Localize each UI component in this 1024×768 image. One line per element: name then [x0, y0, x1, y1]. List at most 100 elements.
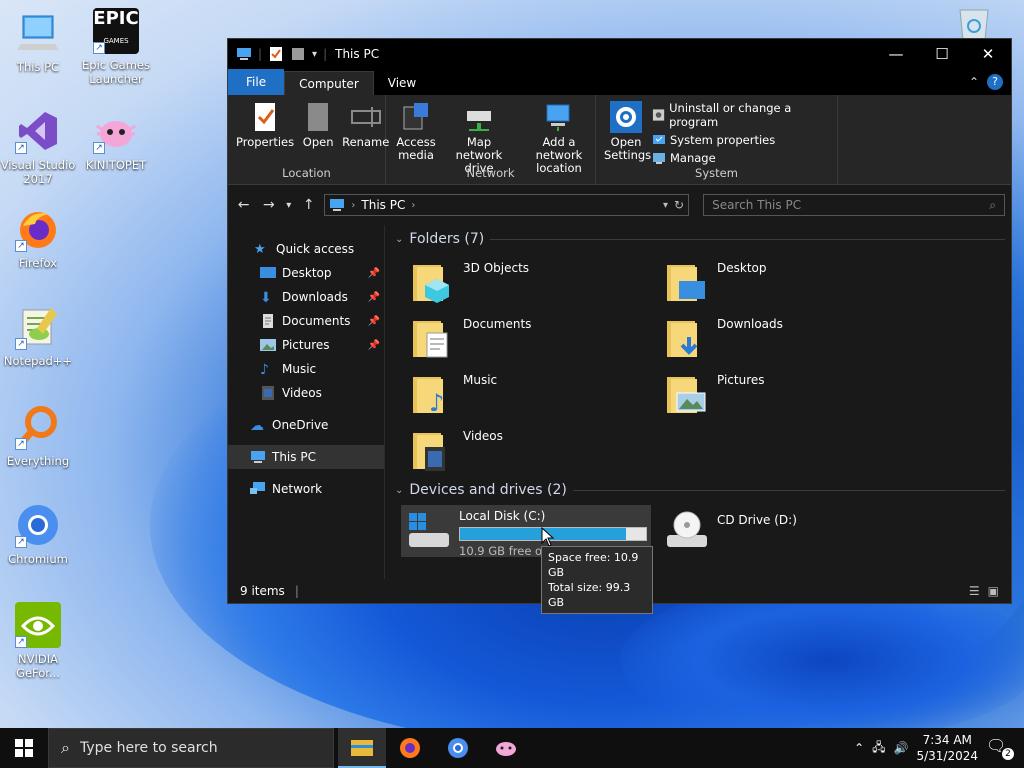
nvidia-icon: ↗: [15, 602, 61, 648]
clock[interactable]: 7:34 AM 5/31/2024: [916, 732, 978, 764]
mouse-cursor-icon: [541, 527, 555, 547]
taskbar-kinitopet[interactable]: [482, 728, 530, 768]
desktop-icon-nvidia[interactable]: ↗ NVIDIA GeFor...: [0, 602, 76, 680]
ribbon: Properties Open Rename Location Access m…: [228, 95, 1011, 185]
chevron-up-icon[interactable]: ⌃: [854, 741, 864, 755]
close-button[interactable]: ✕: [965, 39, 1011, 69]
pin-icon[interactable]: 📌: [368, 340, 380, 351]
tab-view[interactable]: View: [374, 71, 430, 95]
chromium-icon: ↗: [15, 502, 61, 548]
ribbon-collapse-icon[interactable]: ⌃: [969, 75, 979, 89]
drive-name: Local Disk (C:): [459, 509, 546, 523]
refresh-icon[interactable]: ↻: [674, 198, 684, 212]
nav-documents[interactable]: Documents 📌: [228, 309, 384, 333]
desktop-icon-label: Epic Games Launcher: [82, 58, 150, 86]
nav-network[interactable]: Network: [228, 477, 384, 501]
visual-studio-icon: ↗: [15, 108, 61, 154]
manage-icon: [653, 153, 665, 164]
maximize-button[interactable]: ☐: [919, 39, 965, 69]
tab-file[interactable]: File: [228, 69, 285, 95]
devices-section-header[interactable]: ⌄ Devices and drives (2): [395, 482, 1005, 498]
desktop-icon-label: NVIDIA GeFor...: [16, 652, 60, 680]
folder-music[interactable]: ♪ Music: [411, 373, 497, 417]
notification-center-button[interactable]: 🗨 2: [986, 736, 1014, 760]
new-folder-icon[interactable]: [290, 47, 306, 61]
desktop-icon-label: Chromium: [8, 552, 68, 566]
volume-icon[interactable]: 🔊: [894, 741, 909, 755]
shortcut-arrow-icon: ↗: [15, 438, 27, 450]
uninstall-program-button[interactable]: Uninstall or change a program: [652, 101, 833, 129]
cd-drive-icon: [667, 511, 707, 547]
quick-access-dropdown-icon[interactable]: ▾: [312, 49, 317, 60]
windows-logo-icon: [15, 739, 33, 757]
details-view-icon[interactable]: ☰: [969, 584, 980, 598]
desktop-icon-epic-games[interactable]: EPIC GAMES ↗ Epic Games Launcher: [78, 8, 154, 86]
help-icon[interactable]: ?: [987, 74, 1003, 90]
notepadpp-icon: ↗: [15, 304, 61, 350]
network-drive-icon: [467, 111, 491, 131]
open-icon: [308, 103, 329, 131]
taskbar-chromium[interactable]: [434, 728, 482, 768]
document-icon: [263, 314, 273, 328]
nav-onedrive[interactable]: ☁ OneDrive: [228, 413, 384, 437]
forward-button[interactable]: →: [259, 197, 278, 213]
ribbon-group-label: System: [695, 166, 738, 180]
address-dropdown-icon[interactable]: ▾: [663, 200, 668, 211]
shortcut-arrow-icon: ↗: [15, 142, 27, 154]
up-button[interactable]: ↑: [299, 197, 318, 213]
search-icon: ⌕: [989, 197, 996, 212]
navigation-pane: ★ Quick access Desktop 📌 ⬇ Downloads 📌 D…: [228, 225, 385, 579]
desktop-icon-notepadpp[interactable]: ↗ Notepad++: [0, 304, 76, 368]
folders-section-header[interactable]: ⌄ Folders (7): [395, 231, 1005, 247]
desktop-icon-everything[interactable]: ↗ Everything: [0, 404, 76, 468]
desktop-icon-firefox[interactable]: ↗ Firefox: [0, 206, 76, 270]
nav-this-pc[interactable]: This PC: [228, 445, 384, 469]
desktop-icon-kinitopet[interactable]: ↗ KINITOPET: [78, 108, 154, 172]
taskbar-firefox[interactable]: [386, 728, 434, 768]
large-icons-view-icon[interactable]: ▣: [988, 584, 999, 598]
folder-desktop[interactable]: Desktop: [665, 261, 767, 305]
taskbar-search-input[interactable]: ⌕ Type here to search: [48, 728, 334, 768]
desktop-folder-icon: [667, 265, 705, 301]
desktop-icon-visual-studio[interactable]: ↗ Visual Studio 2017: [0, 108, 76, 186]
properties-check-icon[interactable]: [268, 47, 284, 61]
nav-desktop[interactable]: Desktop 📌: [228, 261, 384, 285]
back-button[interactable]: ←: [234, 197, 253, 213]
folder-videos[interactable]: Videos: [411, 429, 503, 473]
recycle-bin-icon[interactable]: [952, 6, 996, 41]
desktop-icon-this-pc[interactable]: This PC: [0, 10, 76, 74]
tab-computer[interactable]: Computer: [284, 71, 374, 95]
network-icon[interactable]: 🖧: [872, 738, 885, 759]
minimize-button[interactable]: —: [873, 39, 919, 69]
nav-music[interactable]: ♪ Music: [228, 357, 384, 381]
desktop-icon-label: Everything: [6, 454, 70, 468]
address-bar[interactable]: › This PC › ▾ ↻: [324, 194, 690, 216]
search-input[interactable]: Search This PC ⌕: [703, 194, 1005, 216]
folder-pictures[interactable]: Pictures: [665, 373, 765, 417]
nav-videos[interactable]: Videos: [228, 381, 384, 405]
manage-button[interactable]: Manage: [652, 151, 833, 165]
folder-3d-objects[interactable]: 3D Objects: [411, 261, 529, 305]
pin-icon[interactable]: 📌: [368, 268, 380, 279]
epic-games-icon: EPIC GAMES ↗: [93, 8, 139, 54]
nav-pictures[interactable]: Pictures 📌: [228, 333, 384, 357]
system-properties-button[interactable]: System properties: [652, 133, 833, 147]
recent-locations-button[interactable]: ▾: [284, 200, 293, 211]
shortcut-arrow-icon: ↗: [93, 42, 105, 54]
nav-quick-access[interactable]: ★ Quick access: [228, 237, 384, 261]
folder-documents[interactable]: Documents: [411, 317, 531, 361]
chevron-down-icon: ⌄: [395, 484, 404, 496]
nav-downloads[interactable]: ⬇ Downloads 📌: [228, 285, 384, 309]
desktop-icon-label: Notepad++: [3, 354, 73, 368]
firefox-icon: ↗: [15, 206, 61, 252]
pin-icon[interactable]: 📌: [368, 292, 380, 303]
drive-d[interactable]: CD Drive (D:): [663, 509, 797, 553]
start-button[interactable]: [0, 728, 48, 768]
desktop-icon-label: This PC: [16, 60, 60, 74]
folder-downloads[interactable]: Downloads: [665, 317, 783, 361]
taskbar-file-explorer[interactable]: [338, 728, 386, 768]
search-icon: ⌕: [61, 738, 70, 757]
pin-icon[interactable]: 📌: [368, 316, 380, 327]
desktop-icon-chromium[interactable]: ↗ Chromium: [0, 502, 76, 566]
computer-icon: [330, 199, 345, 211]
